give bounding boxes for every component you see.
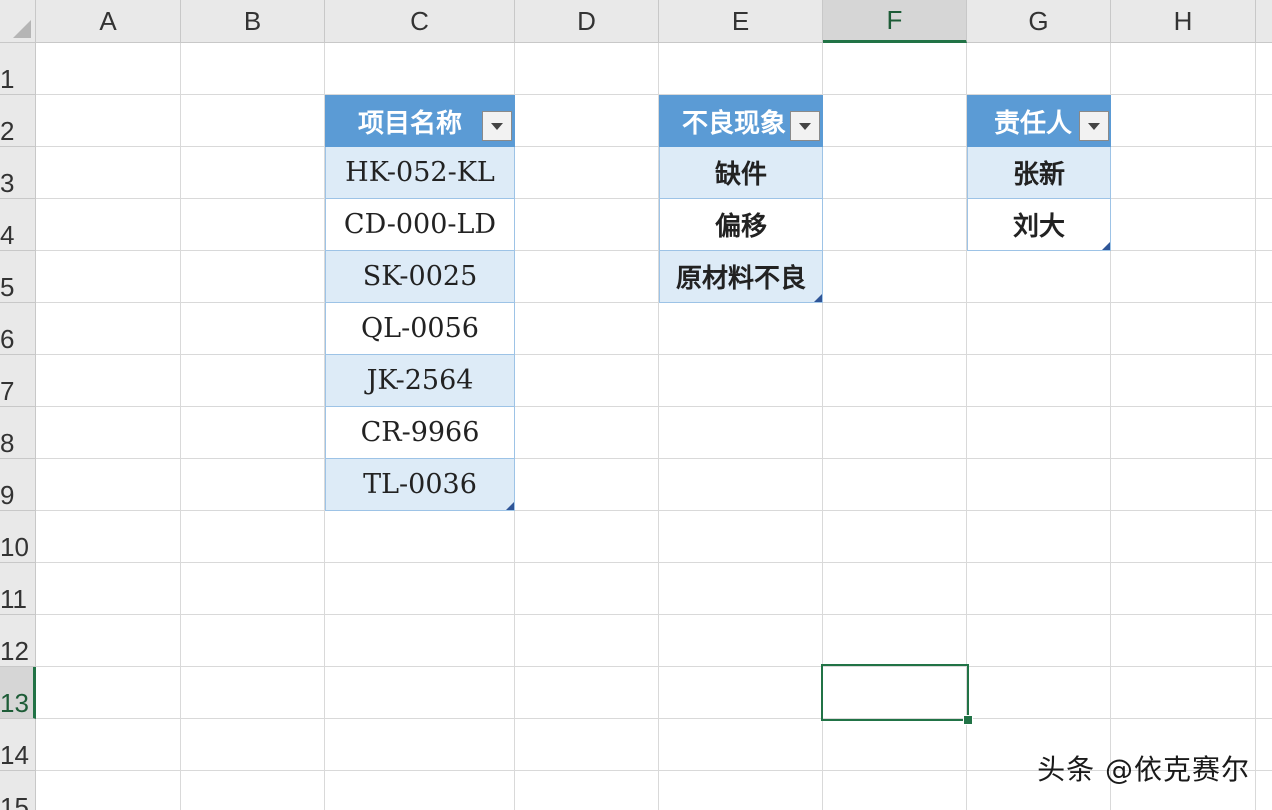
grid-vertical-line [180,43,181,810]
table-cell-defect[interactable]: 原材料不良 [659,251,823,303]
row-header-15[interactable]: 15 [0,771,36,810]
table-resize-handle[interactable] [1102,242,1110,250]
filter-dropdown-button[interactable] [482,111,512,141]
table-cell-project[interactable]: SK-0025 [325,251,515,303]
table-cell-project[interactable]: HK-052-KL [325,147,515,199]
grid-horizontal-line [36,510,1272,511]
row-header-5[interactable]: 5 [0,251,36,303]
active-cell-selection[interactable] [821,664,969,721]
grid-horizontal-line [36,718,1272,719]
grid-horizontal-line [36,302,1272,303]
select-all-icon [13,20,31,38]
table-cell-defect[interactable]: 缺件 [659,147,823,199]
column-header-a[interactable]: A [36,0,181,43]
fill-handle[interactable] [963,715,973,725]
dropdown-arrow-icon [491,122,503,130]
column-header-c[interactable]: C [325,0,515,43]
table-cell-project[interactable]: CD-000-LD [325,199,515,251]
row-header-9[interactable]: 9 [0,459,36,511]
column-header-d[interactable]: D [515,0,659,43]
select-all-button[interactable] [0,0,36,43]
grid-horizontal-line [36,562,1272,563]
filter-dropdown-button[interactable] [1079,111,1109,141]
row-header-1[interactable]: 1 [0,43,36,95]
filter-dropdown-button[interactable] [790,111,820,141]
grid-vertical-line [1255,43,1256,810]
table-cell-owner[interactable]: 张新 [967,147,1111,199]
dropdown-arrow-icon [1088,122,1100,130]
row-header-14[interactable]: 14 [0,719,36,771]
grid-horizontal-line [36,614,1272,615]
dropdown-arrow-icon [799,122,811,130]
row-header-10[interactable]: 10 [0,511,36,563]
row-header-13[interactable]: 13 [0,667,36,719]
table-cell-project[interactable]: JK-2564 [325,355,515,407]
row-header-11[interactable]: 11 [0,563,36,615]
row-header-12[interactable]: 12 [0,615,36,667]
row-header-7[interactable]: 7 [0,355,36,407]
spreadsheet-grid[interactable]: ABCDEFGH 1 2 3 4 5 6 7 8 9 10 11 12 13 14 15 项目名称 HK-0… [0,0,1272,810]
watermark-text: 头条 @依克赛尔 [1037,753,1250,786]
table-cell-project[interactable]: TL-0036 [325,459,515,511]
table-cell-project[interactable]: QL-0056 [325,303,515,355]
table-cell-project[interactable]: CR-9966 [325,407,515,459]
grid-horizontal-line [36,406,1272,407]
row-header-8[interactable]: 8 [0,407,36,459]
column-header-h[interactable]: H [1111,0,1256,43]
row-header-6[interactable]: 6 [0,303,36,355]
column-header-g[interactable]: G [967,0,1111,43]
row-header-2[interactable]: 2 [0,95,36,147]
column-header-b[interactable]: B [181,0,325,43]
column-header-e[interactable]: E [659,0,823,43]
table-resize-handle[interactable] [814,294,822,302]
grid-horizontal-line [36,354,1272,355]
row-header-3[interactable]: 3 [0,147,36,199]
table-cell-defect[interactable]: 偏移 [659,199,823,251]
grid-horizontal-line [36,458,1272,459]
column-header-f[interactable]: F [823,0,967,43]
table-resize-handle[interactable] [506,502,514,510]
row-header-4[interactable]: 4 [0,199,36,251]
grid-horizontal-line [36,666,1272,667]
table-cell-owner[interactable]: 刘大 [967,199,1111,251]
